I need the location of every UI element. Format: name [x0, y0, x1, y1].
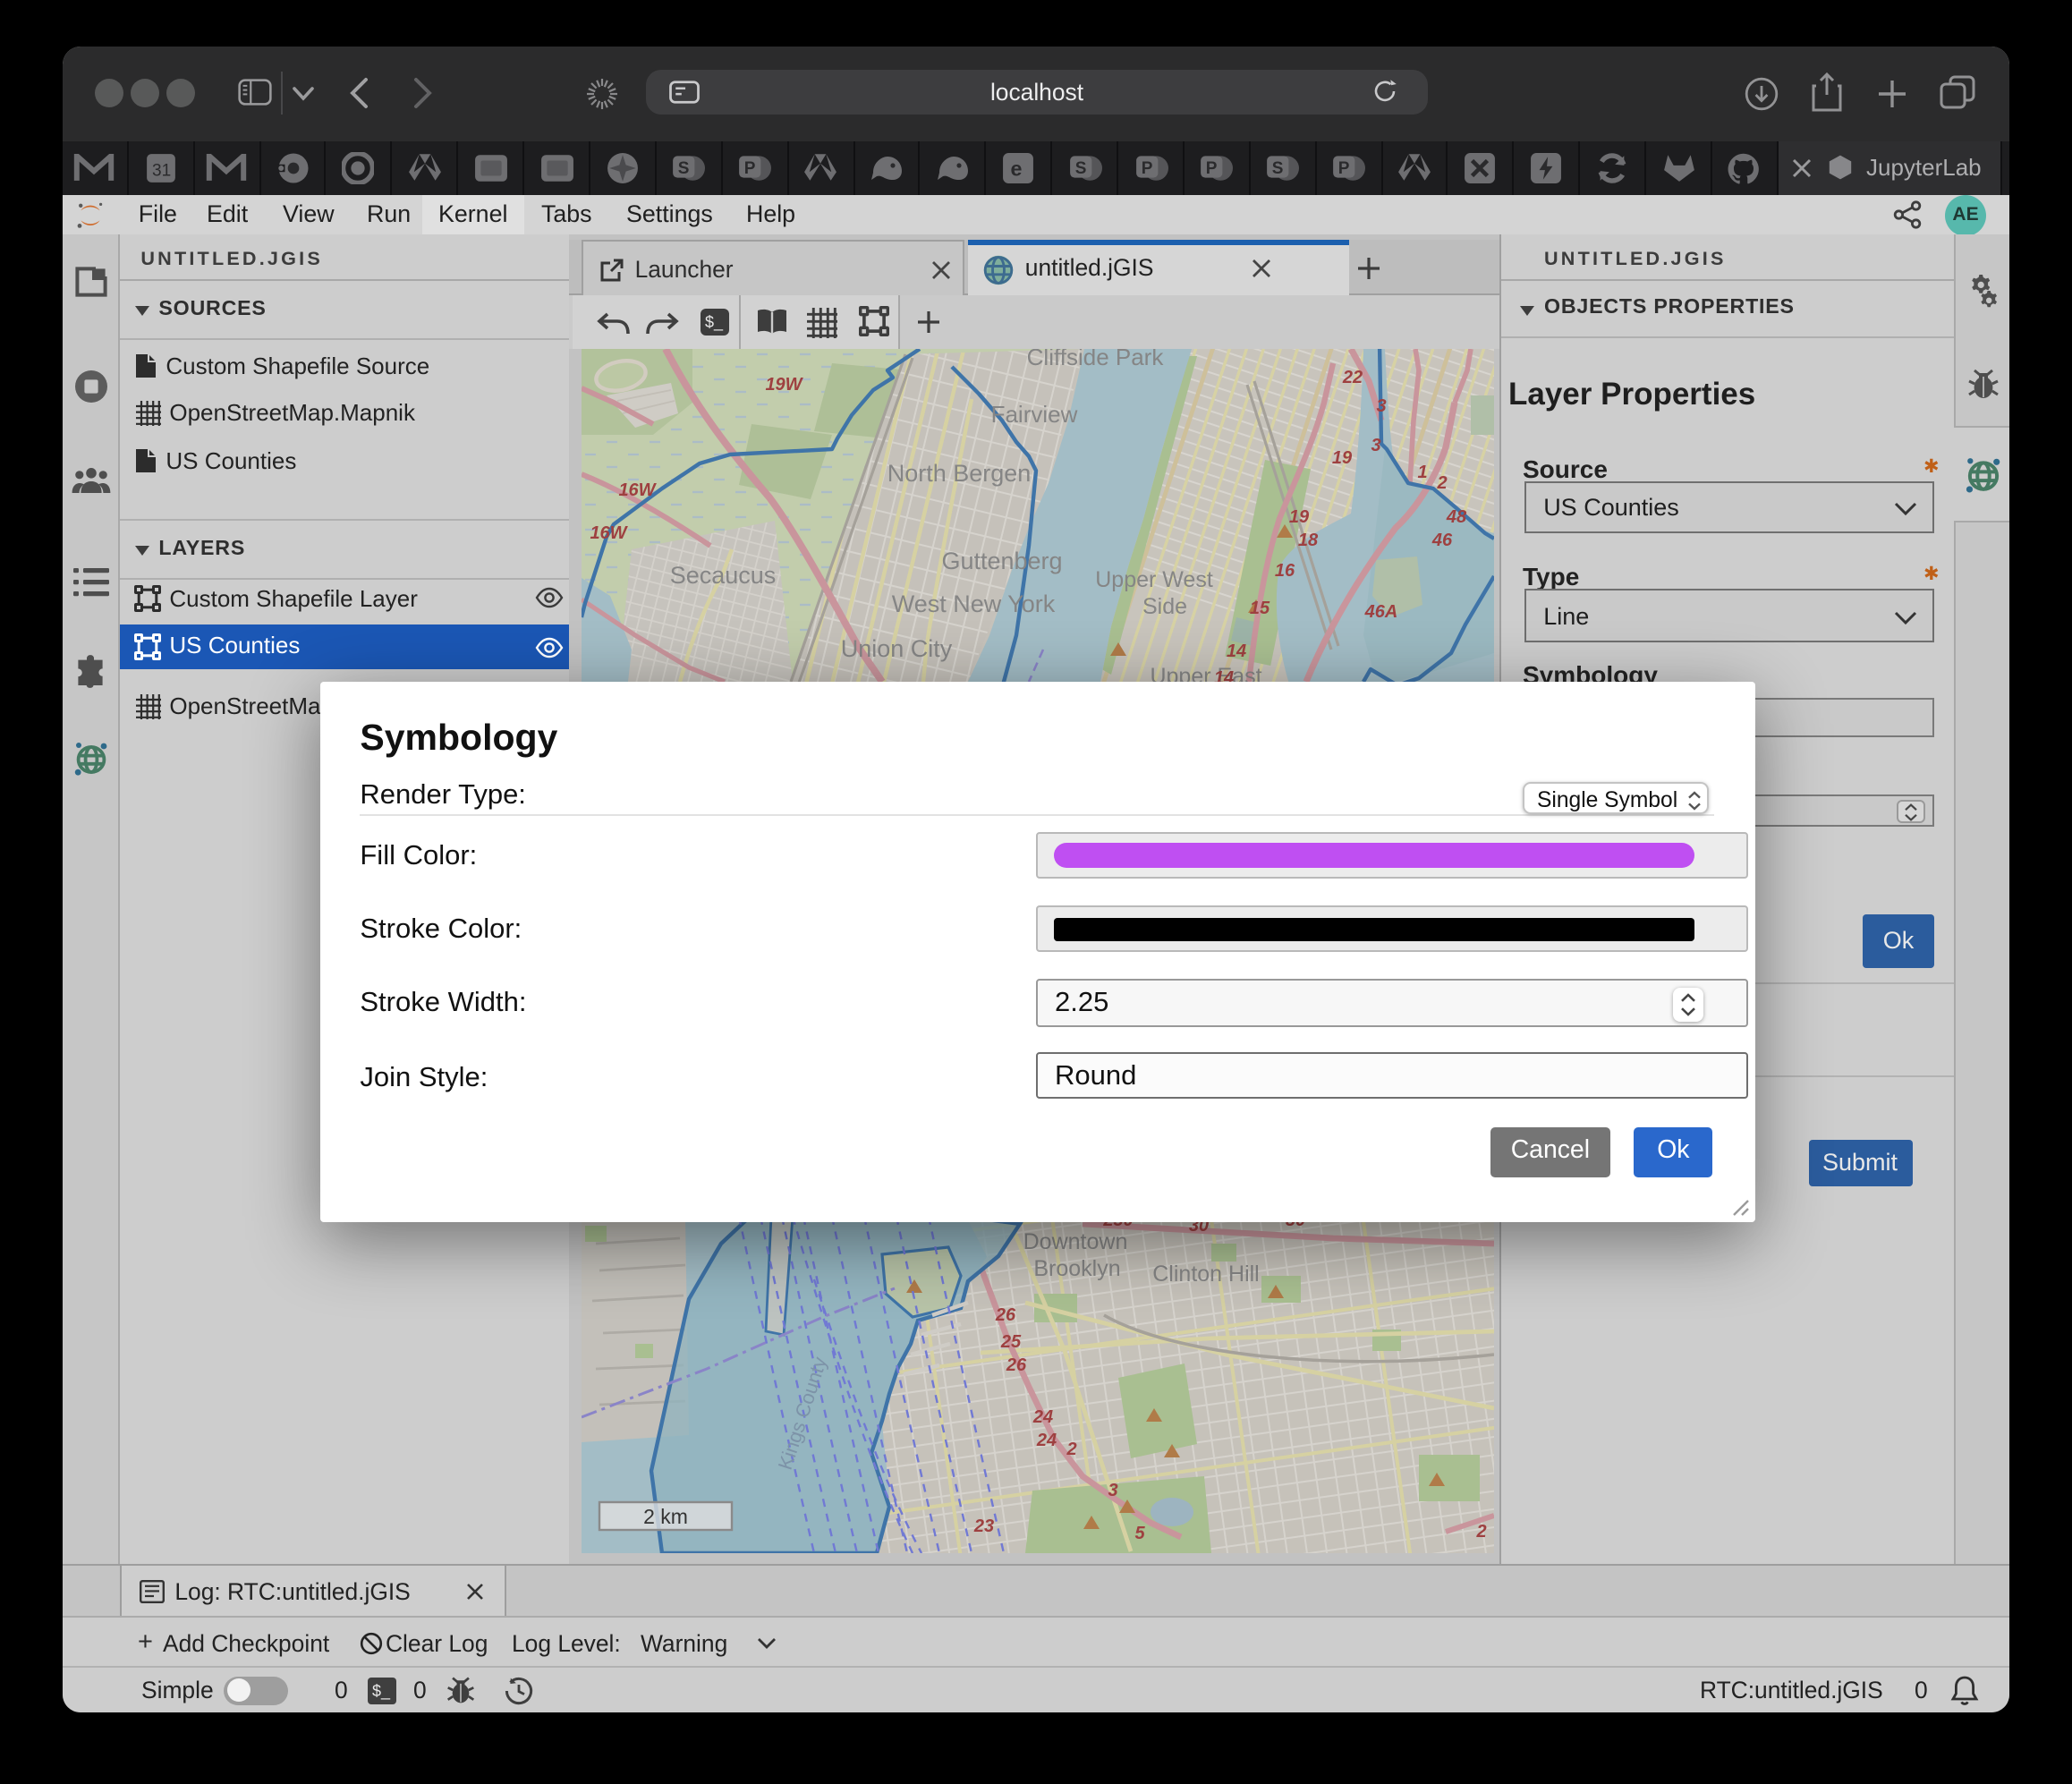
svg-text:North Bergen: North Bergen: [887, 460, 1032, 487]
svg-text:S: S: [1272, 159, 1284, 178]
svg-text:Guttenberg: Guttenberg: [941, 548, 1062, 574]
svg-text:Secaucus: Secaucus: [670, 562, 777, 589]
svg-text:31: 31: [152, 161, 171, 180]
svg-text:3: 3: [1376, 396, 1386, 416]
svg-text:$_: $_: [705, 314, 724, 333]
svg-text:Downtown: Downtown: [1023, 1229, 1128, 1254]
svg-text:24: 24: [1032, 1407, 1053, 1427]
svg-text:e: e: [1011, 157, 1023, 180]
svg-text:26: 26: [1006, 1355, 1027, 1375]
svg-text:19W: 19W: [765, 375, 803, 395]
svg-text:19: 19: [1289, 507, 1310, 527]
svg-text:$_: $_: [372, 1682, 391, 1701]
svg-text:23: 23: [973, 1516, 994, 1536]
svg-text:P: P: [744, 159, 756, 178]
svg-text:25: 25: [1000, 1332, 1022, 1352]
svg-text:16W: 16W: [590, 523, 628, 543]
svg-text:2: 2: [1475, 1522, 1486, 1542]
svg-text:Clinton Hill: Clinton Hill: [1152, 1262, 1259, 1287]
svg-text:48: 48: [1446, 507, 1467, 527]
svg-text:Cliffside Park: Cliffside Park: [1027, 349, 1165, 370]
svg-text:14: 14: [1227, 641, 1246, 661]
svg-text:P: P: [1141, 159, 1152, 178]
svg-text:26: 26: [995, 1305, 1016, 1325]
svg-text:2 km: 2 km: [643, 1505, 688, 1528]
svg-text:46: 46: [1431, 531, 1453, 550]
svg-text:15: 15: [1250, 599, 1270, 618]
svg-text:West New York: West New York: [892, 590, 1056, 617]
svg-text:3: 3: [1108, 1481, 1117, 1500]
svg-text:22: 22: [1342, 368, 1363, 387]
svg-text:18: 18: [1298, 531, 1319, 550]
svg-text:16: 16: [1275, 561, 1295, 581]
svg-text:Fairview: Fairview: [991, 401, 1078, 428]
svg-text:1: 1: [1417, 463, 1427, 482]
svg-text:2: 2: [1436, 473, 1447, 493]
svg-text:19: 19: [1332, 448, 1353, 468]
svg-text:46A: 46A: [1364, 602, 1398, 622]
svg-text:S: S: [1074, 159, 1086, 178]
svg-text:16W: 16W: [618, 480, 657, 500]
svg-text:Side: Side: [1142, 594, 1187, 619]
svg-text:Upper West: Upper West: [1095, 567, 1213, 592]
svg-text:S: S: [678, 159, 690, 178]
svg-text:Union City: Union City: [841, 635, 953, 662]
svg-text:Brooklyn: Brooklyn: [1033, 1256, 1120, 1281]
svg-text:24: 24: [1036, 1431, 1057, 1450]
svg-text:P: P: [1338, 159, 1350, 178]
svg-text:5: 5: [1134, 1524, 1145, 1543]
svg-text:P: P: [1207, 159, 1219, 178]
svg-text:3: 3: [1371, 436, 1380, 455]
svg-text:2: 2: [1066, 1440, 1076, 1459]
